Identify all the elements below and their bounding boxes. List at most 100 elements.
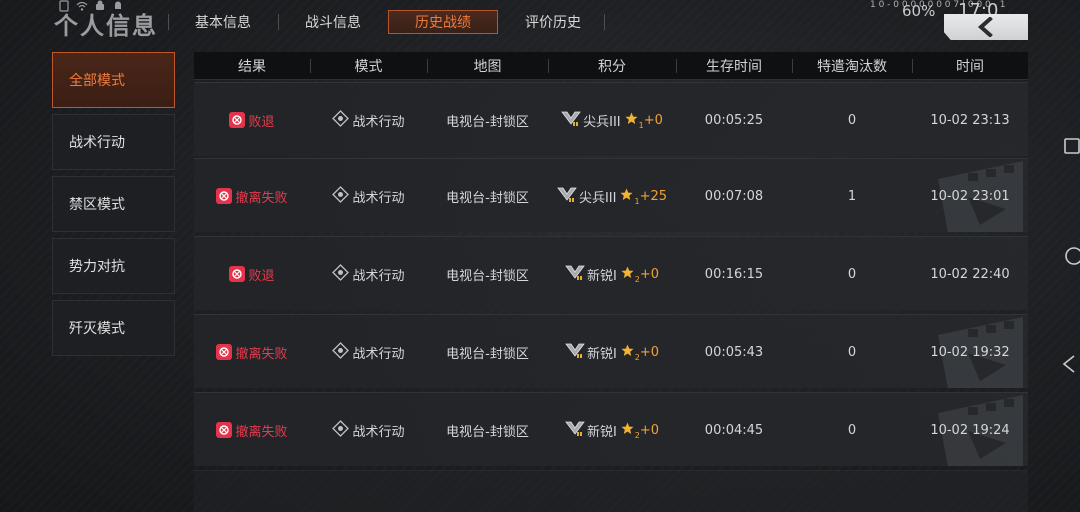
result-label: 撤离失败 (235, 190, 288, 206)
table-row-partial[interactable] (194, 470, 1028, 512)
eliminations-cell: 0 (847, 422, 857, 438)
diamond-target-icon (332, 419, 352, 441)
mode-label: 战术行动 (352, 268, 405, 284)
mode-cell: 战术行动 (310, 159, 427, 232)
diamond-target-icon (332, 185, 352, 207)
survival-time-cell: 00:05:25 (704, 112, 764, 128)
score-delta: +0 (639, 266, 660, 282)
eliminations-cell: 1 (847, 188, 857, 204)
skull-badge-icon (216, 188, 233, 204)
mode-cell: 战术行动 (310, 237, 427, 310)
score-delta: +0 (643, 112, 663, 128)
top-bar: 个人信息 基本信息 战斗信息 历史战绩 评价历史 1 0 - 0 0 0 0 0… (0, 0, 1080, 46)
tab-review-history[interactable]: 评价历史 (512, 10, 594, 34)
star-icon (617, 422, 635, 439)
mode-label: 战术行动 (352, 424, 405, 440)
time-cell: 10-02 22:40 (930, 266, 1010, 282)
column-header-score: 积分 (598, 59, 626, 75)
map-cell: 电视台-封锁区 (446, 268, 529, 284)
skull-badge-icon (229, 266, 246, 282)
result-cell: 败退 (194, 83, 310, 156)
table-header: 结果 模式 地图 积分 生存时间 特遣淘汰数 时间 (194, 52, 1028, 80)
rank-chevron-icon (565, 419, 587, 441)
score-cell: 新锐I 2 +0 (548, 237, 676, 310)
star-icon (617, 266, 635, 283)
table-row[interactable]: 撤离失败 战术行动 电视台-封锁区 新锐I 2 +0 00:05:43 0 10-02 19:3… (194, 314, 1028, 388)
result-label: 败退 (248, 114, 275, 130)
back-button[interactable] (944, 14, 1028, 40)
diamond-target-icon (332, 109, 352, 131)
time-cell: 10-02 23:01 (930, 188, 1010, 204)
result-label: 撤离失败 (235, 346, 288, 362)
sidebar-item-faction-battle[interactable]: 势力对抗 (52, 238, 175, 294)
star-icon (621, 112, 639, 129)
score-cell: 尖兵III 1 +0 (548, 83, 676, 156)
nav-divider (168, 14, 169, 30)
result-cell: 撤离失败 (194, 159, 310, 232)
column-header-mode: 模式 (354, 59, 383, 75)
mode-cell: 战术行动 (310, 83, 427, 156)
result-cell: 撤离失败 (194, 393, 310, 466)
time-cell: 10-02 19:32 (930, 344, 1010, 360)
result-label: 撤离失败 (235, 424, 288, 440)
rank-chevron-icon (561, 109, 583, 131)
map-cell: 电视台-封锁区 (446, 346, 529, 362)
eliminations-cell: 0 (847, 344, 857, 360)
rank-label: 新锐I (586, 268, 617, 284)
mode-label: 战术行动 (352, 346, 405, 362)
rank-label: 新锐I (586, 424, 617, 440)
nav-divider (604, 14, 605, 30)
survival-time-cell: 00:04:45 (704, 422, 764, 438)
diamond-target-icon (332, 341, 352, 363)
result-cell: 撤离失败 (194, 315, 310, 388)
time-cell: 10-02 19:24 (930, 422, 1010, 438)
column-header-map: 地图 (473, 59, 502, 75)
sidebar-item-restricted-zone[interactable]: 禁区模式 (52, 176, 175, 232)
survival-time-cell: 00:05:43 (704, 344, 764, 360)
home-icon[interactable] (1060, 244, 1080, 268)
recent-apps-icon[interactable] (1060, 134, 1080, 158)
sidebar-item-all-modes[interactable]: 全部模式 (52, 52, 175, 108)
tab-battle-info[interactable]: 战斗信息 (292, 10, 374, 34)
eliminations-cell: 0 (847, 266, 857, 282)
map-cell: 电视台-封锁区 (446, 114, 529, 130)
chevron-left-icon (977, 17, 993, 37)
score-delta: +0 (639, 422, 660, 438)
tab-match-history[interactable]: 历史战绩 (388, 10, 498, 34)
score-cell: 尖兵III 1 +25 (548, 159, 676, 232)
skull-badge-icon (229, 112, 246, 128)
table-row[interactable]: 败退 战术行动 电视台-封锁区 尖兵III 1 +0 00:05:25 0 10-02 23:1… (194, 82, 1028, 156)
rank-label: 尖兵III (583, 114, 621, 130)
skull-badge-icon (216, 422, 233, 438)
rank-label: 新锐I (586, 346, 617, 362)
star-icon (616, 188, 634, 205)
survival-time-cell: 00:16:15 (704, 266, 764, 282)
column-header-survival-time: 生存时间 (706, 59, 762, 75)
nav-back-icon[interactable] (1060, 352, 1080, 376)
column-header-time: 时间 (956, 59, 984, 75)
eliminations-cell: 0 (847, 112, 857, 128)
rank-chevron-icon (565, 263, 587, 285)
result-label: 败退 (248, 268, 275, 284)
mode-label: 战术行动 (352, 190, 405, 206)
time-cell: 10-02 23:13 (930, 112, 1010, 128)
sidebar-item-tactical-ops[interactable]: 战术行动 (52, 114, 175, 170)
mode-label: 战术行动 (352, 114, 405, 130)
rank-chevron-icon (565, 341, 587, 363)
tab-basic-info[interactable]: 基本信息 (182, 10, 264, 34)
skull-badge-icon (216, 344, 233, 360)
table-row[interactable]: 撤离失败 战术行动 电视台-封锁区 尖兵III 1 +25 00:07:08 1 10-02 2… (194, 158, 1028, 232)
mode-cell: 战术行动 (310, 393, 427, 466)
score-delta: +0 (639, 344, 660, 360)
table-row[interactable]: 败退 战术行动 电视台-封锁区 新锐I 2 +0 00:16:15 0 10-02 22:40 (194, 236, 1028, 310)
survival-time-cell: 00:07:08 (704, 188, 764, 204)
map-cell: 电视台-封锁区 (446, 424, 529, 440)
map-cell: 电视台-封锁区 (446, 190, 529, 206)
nav-divider (278, 14, 279, 30)
table-row[interactable]: 撤离失败 战术行动 电视台-封锁区 新锐I 2 +0 00:04:45 0 10-02 19:2… (194, 392, 1028, 466)
rank-label: 尖兵III (578, 190, 617, 206)
page-title: 个人信息 (54, 12, 158, 40)
diamond-target-icon (332, 263, 352, 285)
sidebar-item-annihilation[interactable]: 歼灭模式 (52, 300, 175, 356)
battery-level: 60% (902, 2, 936, 20)
